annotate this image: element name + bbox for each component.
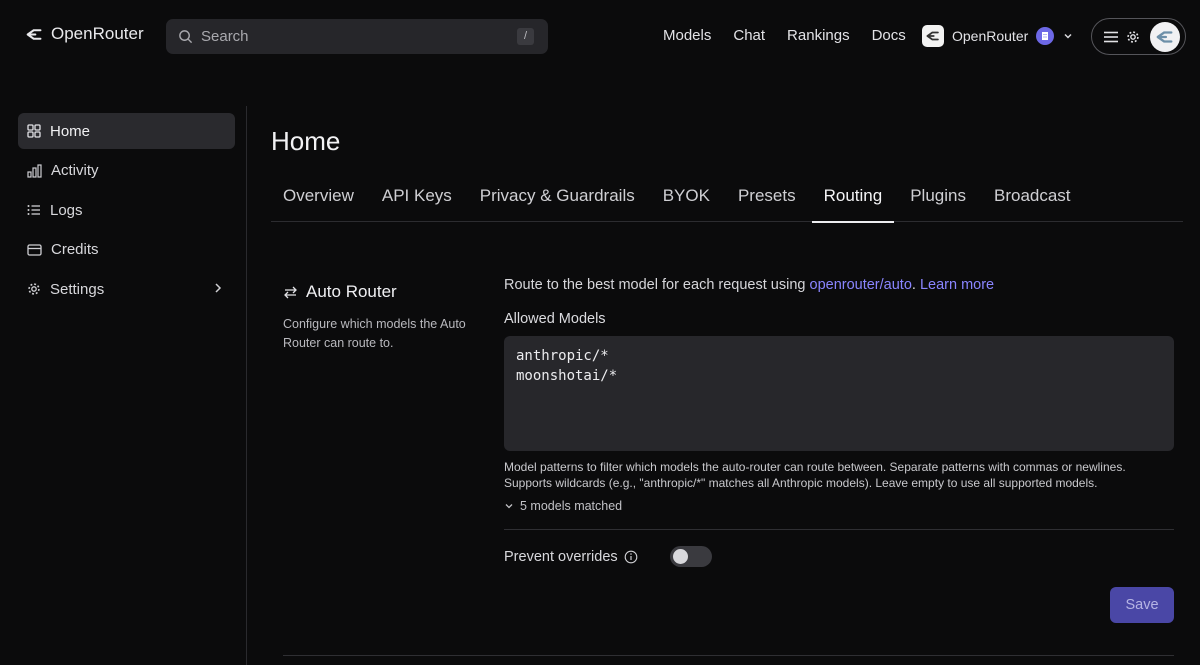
sidebar-item-label: Settings xyxy=(50,280,105,298)
section-title: Auto Router xyxy=(283,282,473,302)
search-bar[interactable]: / xyxy=(166,19,548,54)
nav-chat[interactable]: Chat xyxy=(733,27,765,44)
org-switcher[interactable]: OpenRouter xyxy=(922,25,1074,47)
sidebar-divider xyxy=(246,106,247,665)
hint-line-2: Supports wildcards (e.g., "anthropic/*" … xyxy=(504,476,1098,490)
bar-chart-icon xyxy=(27,163,42,178)
search-icon xyxy=(179,30,193,44)
tab-privacy-guardrails[interactable]: Privacy & Guardrails xyxy=(468,176,647,222)
tab-routing[interactable]: Routing xyxy=(811,176,895,223)
section-title-text: Auto Router xyxy=(306,282,397,301)
tab-byok[interactable]: BYOK xyxy=(651,176,722,222)
brand-name: OpenRouter xyxy=(51,24,144,43)
prevent-overrides-label: Prevent overrides xyxy=(504,548,618,565)
main-nav: Models Chat Rankings Docs xyxy=(663,27,906,44)
menu-icon xyxy=(1104,31,1118,42)
top-bar: OpenRouter / Models Chat Rankings Docs O… xyxy=(0,0,1200,72)
sidebar-item-logs[interactable]: Logs xyxy=(18,192,235,228)
allowed-models-hint: Model patterns to filter which models th… xyxy=(504,459,1174,491)
sidebar-item-credits[interactable]: Credits xyxy=(18,232,235,268)
divider xyxy=(504,529,1174,530)
allowed-models-textarea[interactable]: anthropic/* moonshotai/* xyxy=(504,336,1174,451)
search-input[interactable] xyxy=(201,28,501,45)
chevron-down-icon xyxy=(505,504,513,509)
tab-overview[interactable]: Overview xyxy=(271,176,366,222)
nav-rankings[interactable]: Rankings xyxy=(787,27,850,44)
bottom-divider xyxy=(283,655,1174,656)
prevent-overrides-row: Prevent overrides xyxy=(504,546,1174,567)
sidebar-item-home[interactable]: Home xyxy=(18,113,235,149)
org-name: OpenRouter xyxy=(952,28,1029,44)
save-button[interactable]: Save xyxy=(1110,587,1174,623)
gear-icon xyxy=(1127,30,1139,43)
auto-router-info: Auto Router Configure which models the A… xyxy=(283,282,473,353)
section-description: Configure which models the Auto Router c… xyxy=(283,317,466,350)
tab-bar: Overview API Keys Privacy & Guardrails B… xyxy=(271,176,1183,223)
nav-docs[interactable]: Docs xyxy=(872,27,906,44)
sidebar-item-label: Logs xyxy=(50,201,83,219)
avatar[interactable] xyxy=(1150,21,1180,52)
sidebar-item-label: Credits xyxy=(51,241,99,258)
tab-plugins[interactable]: Plugins xyxy=(898,176,978,222)
sidebar-item-settings[interactable]: Settings xyxy=(18,271,235,307)
sidebar: Home Activity Logs Credits Settings xyxy=(18,113,235,311)
allowed-models-label: Allowed Models xyxy=(504,311,606,327)
auto-router-settings: Route to the best model for each request… xyxy=(504,277,1174,623)
nav-models[interactable]: Models xyxy=(663,27,711,44)
route-prefix: Route to the best model for each request… xyxy=(504,277,810,293)
info-icon[interactable] xyxy=(624,550,638,564)
chevron-down-icon xyxy=(1064,33,1072,39)
sidebar-item-activity[interactable]: Activity xyxy=(18,153,235,189)
swap-arrows-icon xyxy=(284,286,297,298)
tab-api-keys[interactable]: API Keys xyxy=(370,176,464,222)
user-menu[interactable] xyxy=(1091,18,1186,55)
credit-card-icon xyxy=(27,243,42,256)
models-matched-toggle[interactable]: 5 models matched xyxy=(504,499,1174,513)
models-matched-text: 5 models matched xyxy=(520,499,623,513)
route-description: Route to the best model for each request… xyxy=(504,277,1174,293)
openrouter-auto-link[interactable]: openrouter/auto xyxy=(810,277,912,293)
tab-presets[interactable]: Presets xyxy=(726,176,808,222)
tab-broadcast[interactable]: Broadcast xyxy=(982,176,1083,222)
chevron-right-icon xyxy=(215,283,222,293)
sidebar-item-label: Home xyxy=(50,122,91,140)
page-title: Home xyxy=(271,126,341,156)
learn-more-link[interactable]: Learn more xyxy=(920,277,994,293)
prevent-overrides-toggle[interactable] xyxy=(669,546,712,567)
search-shortcut-key: / xyxy=(517,28,534,45)
openrouter-logo-icon xyxy=(26,28,42,40)
brand-logo[interactable]: OpenRouter xyxy=(26,24,144,44)
org-logo-icon xyxy=(922,25,944,47)
list-icon xyxy=(27,205,40,215)
sidebar-item-label: Activity xyxy=(51,162,99,179)
hint-line-1: Model patterns to filter which models th… xyxy=(504,460,1126,474)
gear-icon xyxy=(28,283,40,295)
toggle-knob xyxy=(672,549,688,564)
route-separator: . xyxy=(911,277,920,293)
grid-icon xyxy=(27,124,41,138)
building-icon xyxy=(1036,27,1055,45)
